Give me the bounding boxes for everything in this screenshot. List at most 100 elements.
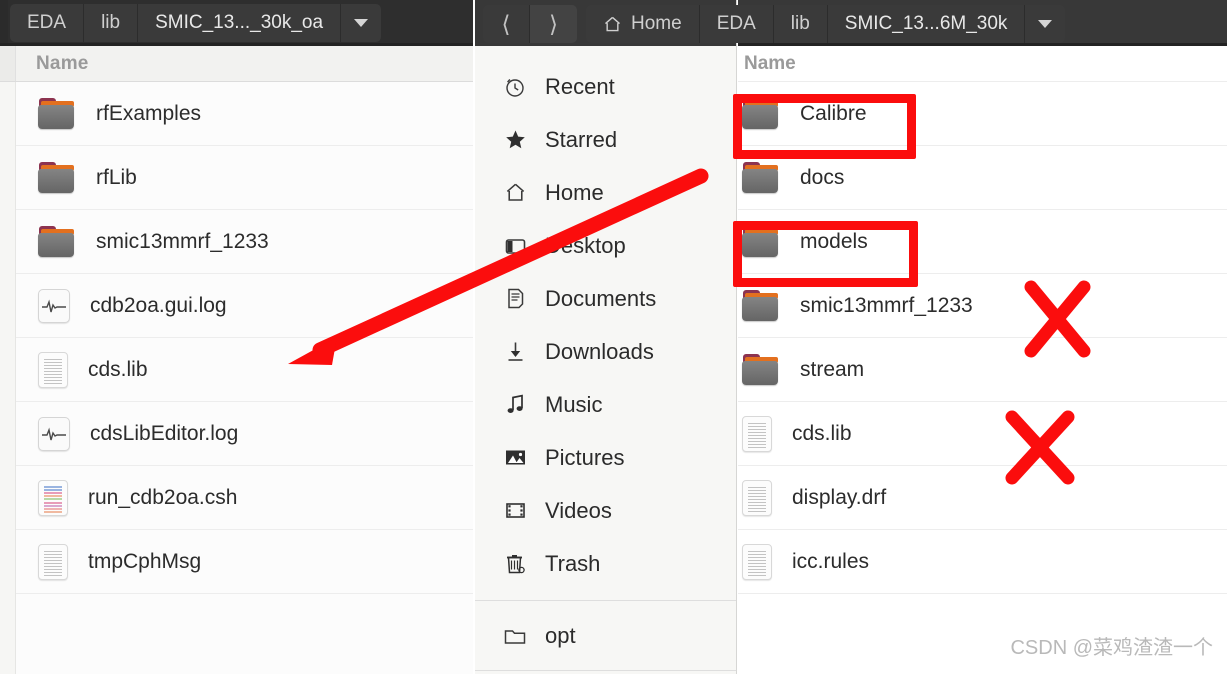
- trash-icon: [502, 551, 528, 577]
- left-column-name-label: Name: [36, 52, 89, 74]
- sidebar-item-list: Recent Starred Home Desktop Documents Downloa…: [475, 46, 736, 590]
- home-icon: [502, 180, 528, 206]
- table-row[interactable]: rfExamples: [16, 82, 473, 146]
- right-column-name-label: Name: [744, 52, 796, 74]
- left-file-list: rfExamples rfLib smic13mmrf_1233 cdb2oa.gui…: [0, 82, 473, 674]
- table-row[interactable]: cds.lib: [738, 402, 1227, 466]
- folder-icon: [38, 225, 76, 258]
- left-gutter-column: [0, 82, 16, 674]
- file-name-label: rfExamples: [96, 101, 202, 125]
- table-row[interactable]: cdsLibEditor.log: [16, 402, 473, 466]
- sidebar-item-videos[interactable]: Videos: [475, 484, 736, 537]
- sidebar-item-label: Starred: [545, 126, 618, 152]
- folder-icon: [38, 161, 76, 194]
- csdn-watermark: CSDN @菜鸡渣渣一个: [1010, 637, 1213, 659]
- breadcrumb-current-pdk[interactable]: SMIC_13...6M_30k: [828, 5, 1026, 43]
- chevron-down-icon[interactable]: [341, 4, 381, 42]
- sidebar-item-pictures[interactable]: Pictures: [475, 431, 736, 484]
- sidebar-item-label: Desktop: [545, 232, 626, 258]
- sidebar-item-label: Recent: [545, 73, 615, 99]
- document-file-icon: [38, 543, 68, 580]
- right-header-divider: [738, 43, 1227, 46]
- log-file-icon: [38, 416, 70, 451]
- left-gutter-header: [0, 46, 16, 81]
- sidebar-item-home[interactable]: Home: [475, 166, 736, 219]
- left-window-header: EDA lib SMIC_13..._30k_oa: [0, 0, 473, 46]
- right-breadcrumb-bar: Home EDA lib SMIC_13...6M_30k: [586, 5, 1066, 43]
- breadcrumb-home-label: Home: [631, 13, 682, 34]
- sidebar-item-label: Videos: [545, 497, 612, 523]
- document-icon: [502, 286, 528, 312]
- file-name-label: cdb2oa.gui.log: [90, 293, 227, 317]
- left-header-edge: [0, 0, 8, 46]
- sidebar-item-label: Downloads: [545, 338, 654, 364]
- left-file-manager-window: EDA lib SMIC_13..._30k_oa Name rfExample…: [0, 0, 473, 674]
- chevron-down-icon-right[interactable]: [1025, 5, 1065, 43]
- table-row[interactable]: rfLib: [16, 146, 473, 210]
- left-breadcrumb-bar: EDA lib SMIC_13..._30k_oa: [10, 4, 382, 42]
- breadcrumb-lib[interactable]: lib: [84, 4, 139, 42]
- file-name-label: rfLib: [96, 165, 137, 189]
- table-row[interactable]: run_cdb2oa.csh: [16, 466, 473, 530]
- folder-icon: [742, 353, 780, 386]
- table-row[interactable]: cdb2oa.gui.log: [16, 274, 473, 338]
- file-name-label: icc.rules: [792, 549, 870, 573]
- file-name-label: cdsLibEditor.log: [90, 421, 239, 445]
- music-note-icon: [502, 392, 528, 418]
- sidebar-item-label: Home: [545, 179, 604, 205]
- download-icon: [502, 339, 528, 365]
- sidebar-mount-list: opt: [475, 609, 736, 662]
- places-sidebar: Recent Starred Home Desktop Documents Downloa…: [475, 0, 737, 674]
- left-column-header: Name: [0, 46, 473, 82]
- file-name-label: smic13mmrf_1233: [96, 229, 269, 253]
- folder-icon: [742, 161, 780, 194]
- annotation-box-models: [733, 221, 918, 287]
- chevron-left-icon[interactable]: ⟨: [483, 5, 530, 43]
- sidebar-item-label: Pictures: [545, 444, 625, 470]
- screenshot-root: EDA lib SMIC_13..._30k_oa Name rfExample…: [0, 0, 1227, 674]
- table-row[interactable]: cds.lib: [16, 338, 473, 402]
- sidebar-separator: [475, 600, 736, 601]
- table-row[interactable]: icc.rules: [738, 530, 1227, 594]
- file-name-label: smic13mmrf_1233: [800, 293, 973, 317]
- file-name-label: docs: [800, 165, 845, 189]
- table-row[interactable]: smic13mmrf_1233: [16, 210, 473, 274]
- chevron-right-icon[interactable]: ⟩: [530, 5, 577, 43]
- file-name-label: run_cdb2oa.csh: [88, 485, 238, 509]
- sidebar-separator-bottom: [475, 670, 736, 671]
- sidebar-item-documents[interactable]: Documents: [475, 272, 736, 325]
- file-name-label: display.drf: [792, 485, 887, 509]
- nav-buttons: ⟨ ⟩: [483, 5, 577, 43]
- script-file-icon: [38, 479, 68, 516]
- sidebar-mount-label: opt: [545, 622, 576, 648]
- document-file-icon: [742, 543, 772, 580]
- breadcrumb-lib-right[interactable]: lib: [774, 5, 828, 43]
- breadcrumb-home[interactable]: Home: [586, 5, 700, 43]
- sidebar-item-music[interactable]: Music: [475, 378, 736, 431]
- sidebar-item-recent[interactable]: Recent: [475, 60, 736, 113]
- left-file-rows: rfExamples rfLib smic13mmrf_1233 cdb2oa.gui…: [16, 82, 473, 674]
- breadcrumb-eda[interactable]: EDA: [10, 4, 85, 42]
- sidebar-item-label: Documents: [545, 285, 657, 311]
- sidebar-mount-opt[interactable]: opt: [475, 609, 736, 662]
- desktop-icon: [502, 233, 528, 259]
- sidebar-item-desktop[interactable]: Desktop: [475, 219, 736, 272]
- breadcrumb-eda-right[interactable]: EDA: [700, 5, 774, 43]
- document-file-icon: [742, 415, 772, 452]
- sidebar-item-starred[interactable]: Starred: [475, 113, 736, 166]
- folder-outline-icon: [502, 623, 528, 649]
- sidebar-item-downloads[interactable]: Downloads: [475, 325, 736, 378]
- folder-icon: [742, 289, 780, 322]
- file-name-label: cds.lib: [88, 357, 148, 381]
- table-row[interactable]: tmpCphMsg: [16, 530, 473, 594]
- sidebar-item-trash[interactable]: Trash: [475, 537, 736, 590]
- breadcrumb-current-library[interactable]: SMIC_13..._30k_oa: [138, 4, 342, 42]
- table-row[interactable]: stream: [738, 338, 1227, 402]
- sidebar-item-label: Music: [545, 391, 603, 417]
- right-column-header: Name: [738, 46, 1227, 82]
- right-window-toolbar: ⟨ ⟩ Home EDA lib SMIC_13...6M_30k: [483, 5, 1066, 43]
- film-icon: [502, 498, 528, 524]
- table-row[interactable]: display.drf: [738, 466, 1227, 530]
- log-file-icon: [38, 288, 70, 323]
- file-name-label: tmpCphMsg: [88, 549, 202, 573]
